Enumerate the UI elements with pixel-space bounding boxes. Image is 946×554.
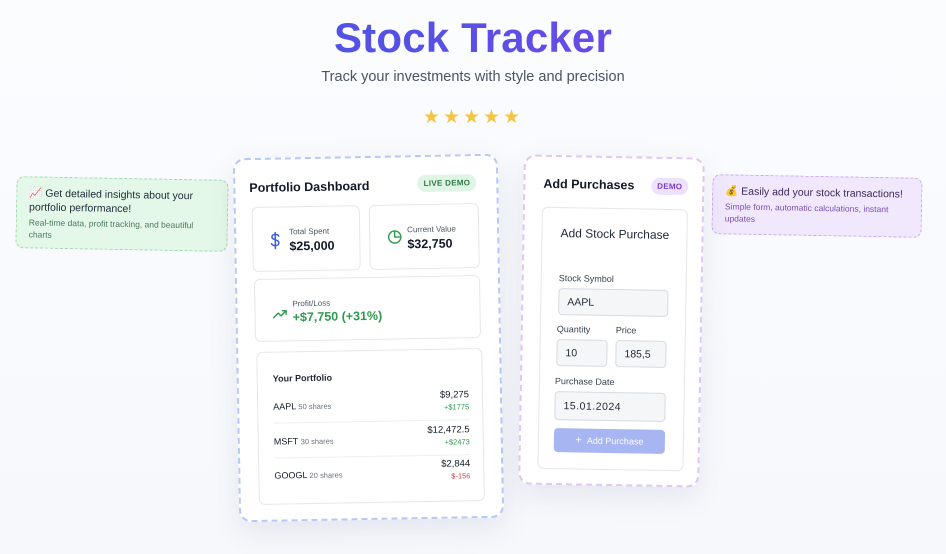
purchases-title: Add Purchases (543, 176, 635, 193)
quantity-label: Quantity (556, 324, 591, 335)
purchase-date-label: Purchase Date (554, 376, 615, 388)
page-subtitle: Track your investments with style and pr… (321, 69, 625, 85)
total-spent-value: $25,000 (289, 238, 335, 254)
pie-chart-icon (387, 229, 402, 249)
holding-symbol: GOOGL (274, 470, 308, 481)
current-value-stat: Current Value $32,750 (368, 203, 480, 270)
insights-callout: 📈 Get detailed insights about your portf… (15, 176, 229, 252)
holding-value: $2,844 (441, 458, 471, 470)
total-spent-stat: Total Spent $25,000 (251, 205, 361, 273)
current-value-label: Current Value (407, 224, 456, 235)
price-label: Price (615, 325, 637, 336)
add-purchase-label: Add Purchase (586, 435, 644, 447)
holding-shares: 30 shares (300, 436, 334, 447)
holding-shares: 20 shares (309, 470, 343, 481)
form-title: Add Stock Purchase (560, 226, 670, 242)
transactions-callout-title: 💰 Easily add your stock transactions! (725, 185, 903, 201)
table-row[interactable]: AAPL 50 shares $9,275 +$1775 (272, 387, 470, 424)
holding-change: $-156 (451, 471, 471, 481)
dashboard-title: Portfolio Dashboard (249, 178, 370, 196)
holding-shares: 50 shares (298, 401, 332, 412)
trending-up-icon (272, 306, 287, 324)
portfolio-heading: Your Portfolio (272, 372, 333, 384)
price-input[interactable]: 185,5 (615, 340, 667, 368)
current-value-value: $32,750 (407, 236, 453, 252)
transactions-callout-description: Simple form, automatic calculations, ins… (724, 201, 889, 224)
star-rating: ★★★★★ (422, 107, 524, 128)
dollar-icon (269, 231, 281, 255)
quantity-input[interactable]: 10 (556, 339, 608, 367)
plus-icon: + (575, 433, 582, 446)
insights-callout-title: 📈 Get detailed insights about your portf… (28, 187, 194, 216)
stock-symbol-input[interactable]: AAPL (558, 288, 669, 317)
holding-change: +$2473 (444, 437, 470, 447)
holding-value: $12,472.5 (427, 424, 470, 436)
holding-symbol: AAPL (273, 401, 296, 412)
live-demo-badge: LIVE DEMO (417, 174, 477, 193)
purchase-date-input[interactable]: 15.01.2024 (554, 391, 666, 422)
total-spent-label: Total Spent (289, 226, 330, 237)
profit-loss-value: +$7,750 (+31%) (292, 308, 383, 325)
portfolio-dashboard-card: Portfolio Dashboard LIVE DEMO Total Spen… (232, 153, 505, 523)
portfolio-list: Your Portfolio AAPL 50 shares $9,275 +$1… (256, 348, 485, 505)
profit-loss-label: Profit/Loss (292, 298, 331, 309)
holding-value: $9,275 (439, 389, 470, 401)
add-purchase-button[interactable]: + Add Purchase (553, 428, 666, 454)
add-purchases-card: Add Purchases DEMO Add Stock Purchase St… (518, 154, 705, 488)
profit-loss-stat: Profit/Loss +$7,750 (+31%) (253, 275, 482, 342)
transactions-callout: 💰 Easily add your stock transactions! Si… (711, 174, 923, 238)
table-row[interactable]: GOOGL 20 shares $2,844 $-156 (274, 456, 471, 492)
holding-symbol: MSFT (273, 436, 299, 447)
page-title: Stock Tracker (0, 14, 946, 62)
purchase-form: Add Stock Purchase Stock Symbol AAPL Qua… (537, 206, 688, 472)
demo-badge: DEMO (651, 177, 689, 196)
holding-change: +$1775 (443, 402, 470, 412)
table-row[interactable]: MSFT 30 shares $12,472.5 +$2473 (273, 422, 471, 459)
stock-symbol-label: Stock Symbol (558, 273, 614, 285)
insights-callout-description: Real-time data, profit tracking, and bea… (28, 217, 194, 240)
